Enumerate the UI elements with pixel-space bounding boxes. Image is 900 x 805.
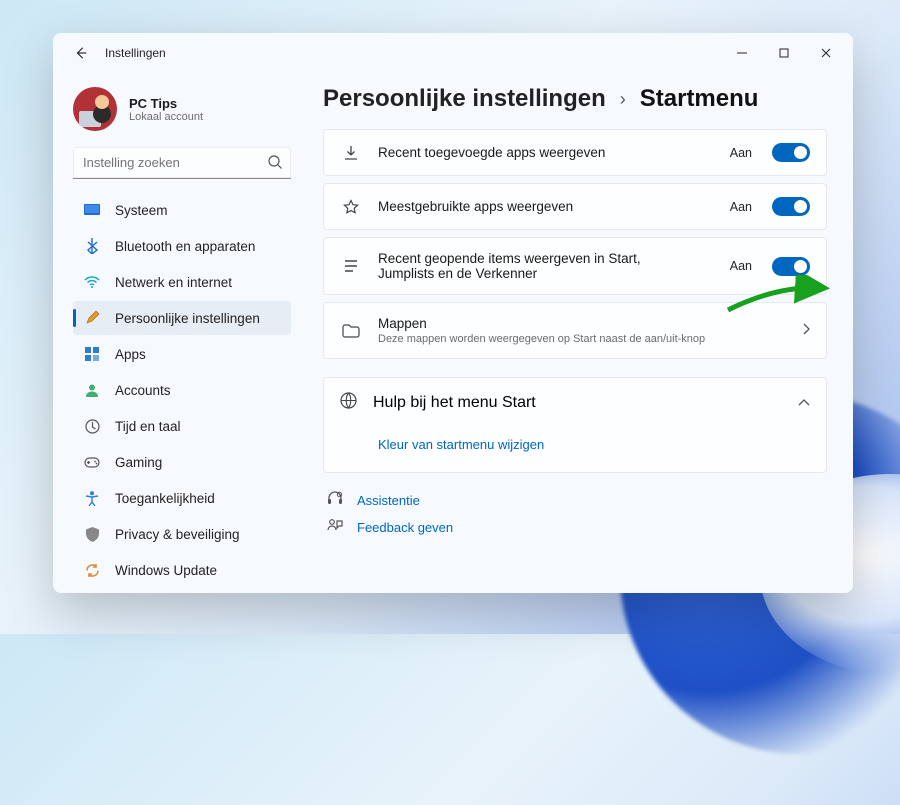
setting-most-used: Meestgebruikte apps weergeven Aan: [323, 183, 827, 230]
paintbrush-icon: [83, 309, 101, 327]
display-icon: [83, 201, 101, 219]
feedback-icon: [327, 519, 345, 536]
setting-recent-apps: Recent toegevoegde apps weergeven Aan: [323, 129, 827, 176]
nav-accounts[interactable]: Accounts: [73, 373, 291, 407]
breadcrumb-parent[interactable]: Persoonlijke instellingen: [323, 85, 606, 113]
chevron-right-icon: [802, 322, 810, 340]
bluetooth-icon: [83, 237, 101, 255]
footer-links: ? Assistentie Feedback geven: [323, 491, 827, 536]
nav-label: Privacy & beveiliging: [115, 527, 240, 542]
close-button[interactable]: [805, 38, 847, 68]
wifi-icon: [83, 273, 101, 291]
help-expander[interactable]: Hulp bij het menu Start: [324, 378, 826, 428]
nav-bluetooth[interactable]: Bluetooth en apparaten: [73, 229, 291, 263]
toggle-state: Aan: [730, 200, 752, 214]
nav-windows-update[interactable]: Windows Update: [73, 553, 291, 587]
setting-folders[interactable]: Mappen Deze mappen worden weergegeven op…: [323, 302, 827, 359]
toggle-recent-apps[interactable]: [772, 143, 810, 162]
maximize-icon: [779, 48, 789, 58]
profile-name: PC Tips: [129, 96, 203, 111]
nav-time-language[interactable]: Tijd en taal: [73, 409, 291, 443]
nav-system[interactable]: Systeem: [73, 193, 291, 227]
nav-label: Systeem: [115, 203, 168, 218]
gamepad-icon: [83, 453, 101, 471]
toggle-recent-items[interactable]: [772, 257, 810, 276]
nav-network[interactable]: Netwerk en internet: [73, 265, 291, 299]
person-icon: [83, 381, 101, 399]
maximize-button[interactable]: [763, 38, 805, 68]
nav-gaming[interactable]: Gaming: [73, 445, 291, 479]
minimize-button[interactable]: [721, 38, 763, 68]
shield-icon: [83, 525, 101, 543]
search-icon: [267, 154, 283, 175]
link-label: Assistentie: [357, 493, 420, 508]
svg-text:?: ?: [339, 493, 341, 497]
download-icon: [340, 145, 362, 161]
profile-account-type: Lokaal account: [129, 111, 203, 123]
setting-sublabel: Deze mappen worden weergegeven op Start …: [378, 333, 786, 345]
help-title: Hulp bij het menu Start: [373, 394, 782, 412]
setting-label: Mappen: [378, 316, 786, 331]
arrow-left-icon: [74, 46, 88, 60]
link-assist[interactable]: ? Assistentie: [327, 491, 827, 509]
nav-list: Systeem Bluetooth en apparaten Netwerk e…: [73, 193, 291, 587]
setting-label: Meestgebruikte apps weergeven: [378, 199, 714, 214]
nav-label: Bluetooth en apparaten: [115, 239, 255, 254]
close-icon: [821, 48, 831, 58]
profile-block[interactable]: PC Tips Lokaal account: [73, 81, 291, 145]
toggle-state: Aan: [730, 146, 752, 160]
search-input[interactable]: [73, 147, 291, 179]
list-icon: [340, 260, 362, 272]
clock-globe-icon: [83, 417, 101, 435]
nav-privacy[interactable]: Privacy & beveiliging: [73, 517, 291, 551]
toggle-state: Aan: [730, 259, 752, 273]
folder-icon: [340, 324, 362, 338]
star-icon: [340, 199, 362, 215]
sidebar: PC Tips Lokaal account Systeem Bluetooth…: [53, 73, 305, 593]
toggle-most-used[interactable]: [772, 197, 810, 216]
help-link-accent-color[interactable]: Kleur van startmenu wijzigen: [378, 437, 544, 452]
accessibility-icon: [83, 489, 101, 507]
globe-icon: [340, 392, 357, 414]
nav-label: Tijd en taal: [115, 419, 181, 434]
chevron-up-icon: [798, 394, 810, 412]
breadcrumb-current: Startmenu: [640, 85, 759, 113]
titlebar: Instellingen: [53, 33, 853, 73]
nav-label: Apps: [115, 347, 146, 362]
setting-recent-items: Recent geopende items weergeven in Start…: [323, 237, 827, 295]
setting-label: Recent toegevoegde apps weergeven: [378, 145, 714, 160]
apps-icon: [83, 345, 101, 363]
chevron-right-icon: ›: [620, 89, 626, 110]
nav-accessibility[interactable]: Toegankelijkheid: [73, 481, 291, 515]
setting-label: Recent geopende items weergeven in Start…: [378, 251, 698, 281]
nav-label: Gaming: [115, 455, 162, 470]
window-title: Instellingen: [105, 46, 166, 60]
update-icon: [83, 561, 101, 579]
link-feedback[interactable]: Feedback geven: [327, 519, 827, 536]
nav-personalization[interactable]: Persoonlijke instellingen: [73, 301, 291, 335]
nav-label: Accounts: [115, 383, 171, 398]
search-box: [73, 147, 291, 179]
nav-label: Toegankelijkheid: [115, 491, 215, 506]
window-chrome: [721, 38, 847, 68]
headset-icon: ?: [327, 491, 345, 509]
nav-label: Windows Update: [115, 563, 217, 578]
help-card: Hulp bij het menu Start Kleur van startm…: [323, 377, 827, 473]
breadcrumb: Persoonlijke instellingen › Startmenu: [323, 85, 827, 113]
minimize-icon: [737, 48, 747, 58]
avatar: [73, 87, 117, 131]
back-button[interactable]: [67, 39, 95, 67]
link-label: Feedback geven: [357, 520, 453, 535]
nav-label: Persoonlijke instellingen: [115, 311, 260, 326]
nav-label: Netwerk en internet: [115, 275, 232, 290]
content-area: Persoonlijke instellingen › Startmenu Re…: [305, 73, 853, 593]
nav-apps[interactable]: Apps: [73, 337, 291, 371]
settings-window: Instellingen PC Tips Lokaal account: [53, 33, 853, 593]
